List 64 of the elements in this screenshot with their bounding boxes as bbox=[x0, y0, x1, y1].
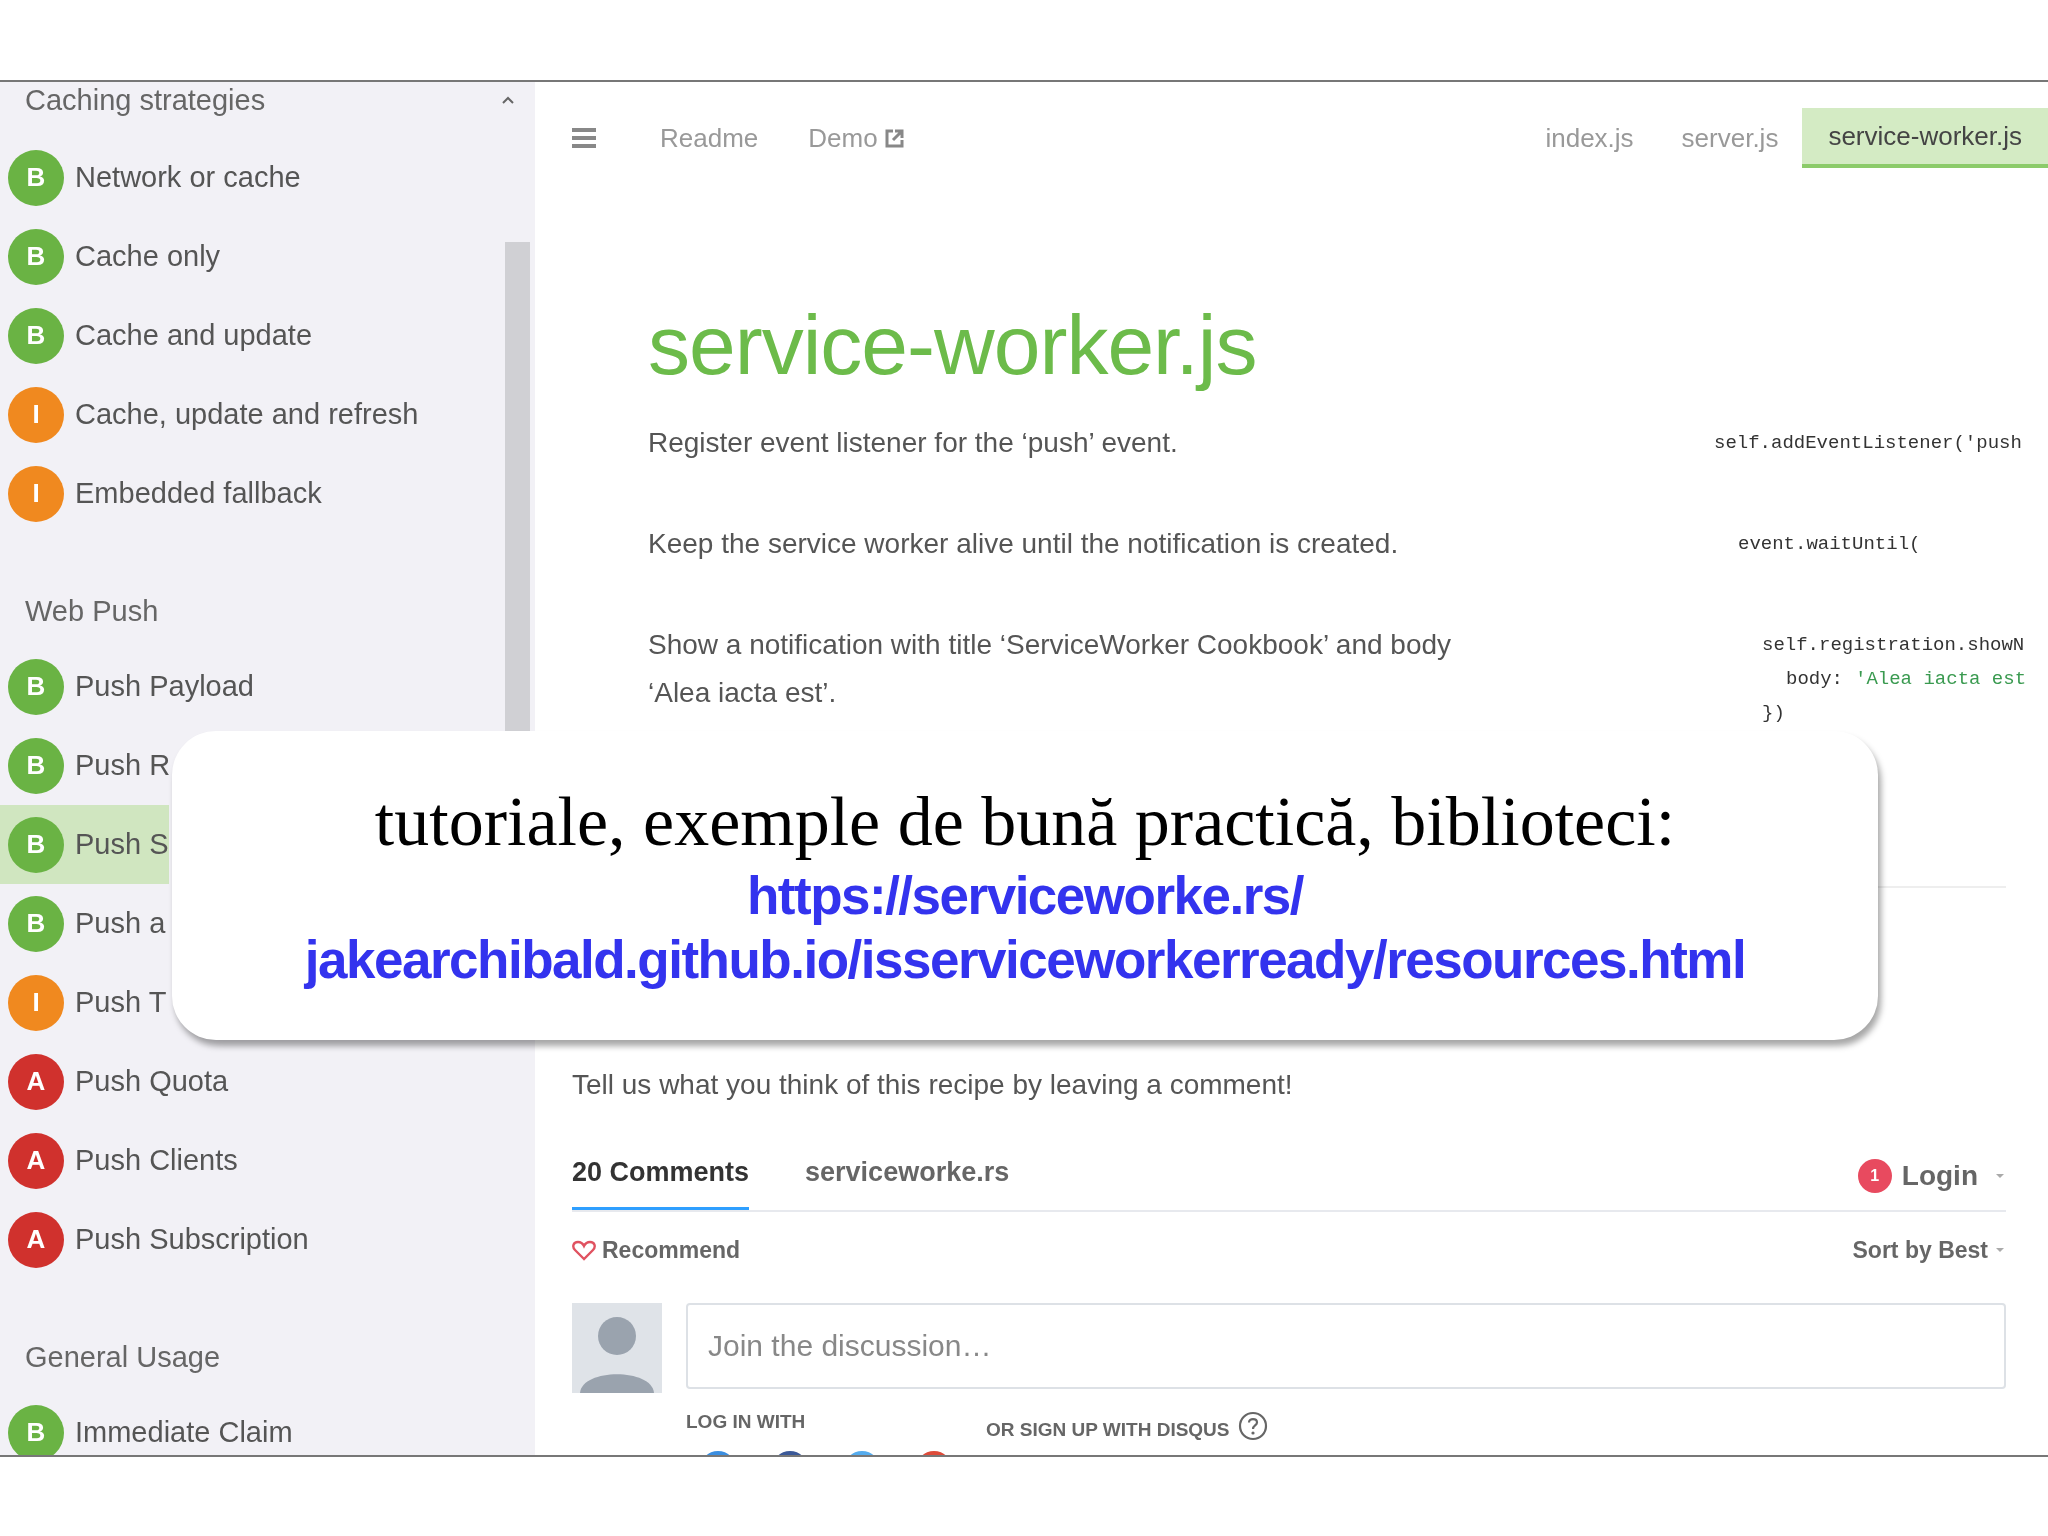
sort-dropdown[interactable]: Sort by Best bbox=[1852, 1236, 1988, 1264]
sidebar-section-title: Caching strategies bbox=[25, 83, 266, 118]
dropdown-caret-icon bbox=[1994, 1172, 2006, 1180]
sidebar-item[interactable]: I Embedded fallback bbox=[0, 454, 322, 533]
code-line: event.waitUntil( bbox=[1738, 532, 1922, 557]
code-line: self.registration.showN bbox=[1762, 633, 2026, 658]
sidebar-item[interactable]: B Push S bbox=[0, 805, 169, 884]
sidebar-section-title: General Usage bbox=[25, 1340, 221, 1375]
step-description: Show a notification with title ‘ServiceWorker Cookbook’ and body ‘Alea iacta est’. bbox=[648, 628, 1453, 710]
level-badge: B bbox=[8, 307, 64, 364]
sidebar-item[interactable]: B Push Payload bbox=[0, 647, 254, 726]
level-badge: B bbox=[8, 149, 64, 206]
sidebar-item[interactable]: B Cache only bbox=[0, 217, 221, 296]
page-title: service-worker.js bbox=[648, 299, 1258, 391]
level-badge: B bbox=[8, 816, 64, 873]
sidebar-item[interactable]: A Push Subscription bbox=[0, 1200, 309, 1279]
sidebar-item[interactable]: B Cache and update bbox=[0, 296, 313, 375]
level-badge: I bbox=[8, 465, 64, 522]
resource-link[interactable]: https://serviceworke.rs/ bbox=[746, 863, 1304, 928]
scrollbar[interactable] bbox=[505, 242, 530, 732]
code-line: }) bbox=[1762, 701, 1786, 726]
dropdown-caret-icon bbox=[1994, 1246, 2006, 1254]
level-badge: B bbox=[8, 658, 64, 715]
sidebar-item[interactable]: A Push Quota bbox=[0, 1042, 229, 1121]
sidebar-item[interactable]: A Push Clients bbox=[0, 1121, 238, 1200]
level-badge: A bbox=[8, 1132, 64, 1189]
level-badge: A bbox=[8, 1053, 64, 1110]
heart-icon bbox=[572, 1239, 596, 1261]
sidebar-item[interactable]: I Push T bbox=[0, 963, 167, 1042]
collapse-caret-icon[interactable] bbox=[501, 95, 515, 105]
level-badge: I bbox=[8, 386, 64, 443]
sidebar-item[interactable]: B Network or cache bbox=[0, 138, 301, 217]
level-badge: B bbox=[8, 228, 64, 285]
level-badge: A bbox=[8, 1211, 64, 1268]
sidebar-item[interactable]: I Cache, update and refresh bbox=[0, 375, 419, 454]
resource-link[interactable]: jakearchibald.github.io/isserviceworkerready/resources.html bbox=[304, 927, 1746, 992]
sidebar-item[interactable]: B Push a bbox=[0, 884, 166, 963]
comment-input-field[interactable]: Join the discussion… bbox=[686, 1303, 2006, 1389]
level-badge: B bbox=[8, 895, 64, 952]
external-link-icon bbox=[883, 127, 906, 149]
help-icon[interactable] bbox=[1237, 1411, 1268, 1441]
level-badge: I bbox=[8, 974, 64, 1031]
level-badge: B bbox=[8, 737, 64, 794]
comments-tab[interactable]: 20 Comments bbox=[572, 1142, 750, 1210]
code-key: body: bbox=[1786, 662, 1843, 696]
code-string: 'Alea iacta est bbox=[1855, 667, 2027, 692]
avatar-icon bbox=[572, 1303, 662, 1393]
step-description: Register event listener for the ‘push’ event. bbox=[648, 426, 1179, 460]
recommend-button[interactable]: Recommend bbox=[602, 1236, 741, 1264]
sidebar-item[interactable]: B Immediate Claim bbox=[0, 1393, 293, 1455]
step-description: Keep the service worker alive until the notification is created. bbox=[648, 527, 1400, 561]
login-with-label: LOG IN WITH bbox=[686, 1411, 807, 1433]
signup-label: OR SIGN UP WITH DISQUS bbox=[986, 1419, 1230, 1441]
level-badge: B bbox=[8, 1404, 64, 1455]
notification-badge: 1 bbox=[1857, 1159, 1892, 1193]
comments-tab[interactable]: serviceworke.rs bbox=[805, 1142, 1010, 1210]
code-line: self.addEventListener('push bbox=[1714, 431, 2023, 456]
login-button[interactable]: Login bbox=[1891, 1160, 1988, 1192]
callout-heading: tutoriale, exemple de bună practică, biblioteci: bbox=[374, 781, 1676, 862]
menu-icon[interactable] bbox=[572, 127, 596, 149]
file-tab[interactable]: service-worker.js bbox=[1802, 108, 2048, 168]
sidebar-item[interactable]: B Push R bbox=[0, 726, 171, 805]
comment-prompt: Tell us what you think of this recipe by leaving a comment! bbox=[572, 1068, 1294, 1102]
sidebar-section-title: Web Push bbox=[25, 594, 159, 629]
